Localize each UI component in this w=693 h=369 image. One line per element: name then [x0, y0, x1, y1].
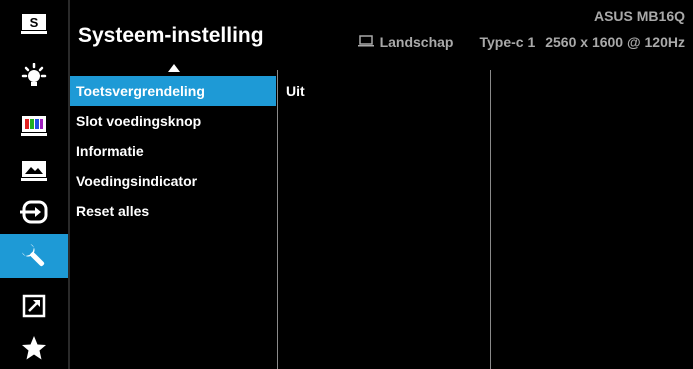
splendid-icon: S — [21, 13, 47, 34]
color-icon — [21, 115, 47, 136]
status-bar: Landschap Type-c 1 2560 x 1600 @ 120Hz — [357, 34, 685, 50]
sidebar-item-shortcut[interactable] — [0, 286, 68, 325]
orientation-status: Landschap — [379, 34, 454, 50]
my-favorite-icon — [22, 335, 46, 359]
resolution-status: 2560 x 1600 @ 120Hz — [545, 34, 685, 50]
input-select-icon — [20, 200, 48, 223]
page-title: Systeem-instelling — [78, 24, 264, 47]
menu-item-power-indicator[interactable]: Voedingsindicator — [70, 166, 276, 196]
brightness-icon — [21, 62, 47, 86]
image-icon — [21, 160, 47, 181]
input-status: Type-c 1 — [479, 34, 536, 50]
column-divider-left — [277, 70, 278, 369]
scroll-up-arrow-icon[interactable] — [168, 64, 180, 72]
osd-menu: S Systeem-instelling ASUS MB16Q Landscha… — [0, 0, 693, 369]
option-value[interactable]: Uit — [286, 76, 305, 106]
submenu-list: Toetsvergrendeling Slot voedingsknop Inf… — [70, 76, 276, 226]
menu-item-reset-all[interactable]: Reset alles — [70, 196, 276, 226]
splendid-icon-label: S — [30, 15, 39, 30]
system-setup-icon — [21, 243, 45, 267]
laptop-icon — [357, 34, 374, 50]
sidebar-item-image[interactable] — [0, 151, 68, 190]
sidebar: S — [0, 0, 70, 369]
sidebar-item-brightness[interactable] — [0, 57, 68, 96]
menu-item-information[interactable]: Informatie — [70, 136, 276, 166]
sidebar-item-system-setup[interactable] — [0, 234, 68, 278]
sidebar-item-color[interactable] — [0, 106, 68, 145]
sidebar-item-input-select[interactable] — [0, 192, 68, 231]
shortcut-icon — [22, 294, 46, 317]
menu-item-power-key-lock[interactable]: Slot voedingsknop — [70, 106, 276, 136]
column-divider-right — [490, 70, 491, 369]
menu-item-key-lock[interactable]: Toetsvergrendeling — [70, 76, 276, 106]
model-name: ASUS MB16Q — [593, 8, 685, 24]
sidebar-item-splendid[interactable]: S — [0, 4, 68, 43]
sidebar-item-my-favorite[interactable] — [0, 328, 68, 367]
